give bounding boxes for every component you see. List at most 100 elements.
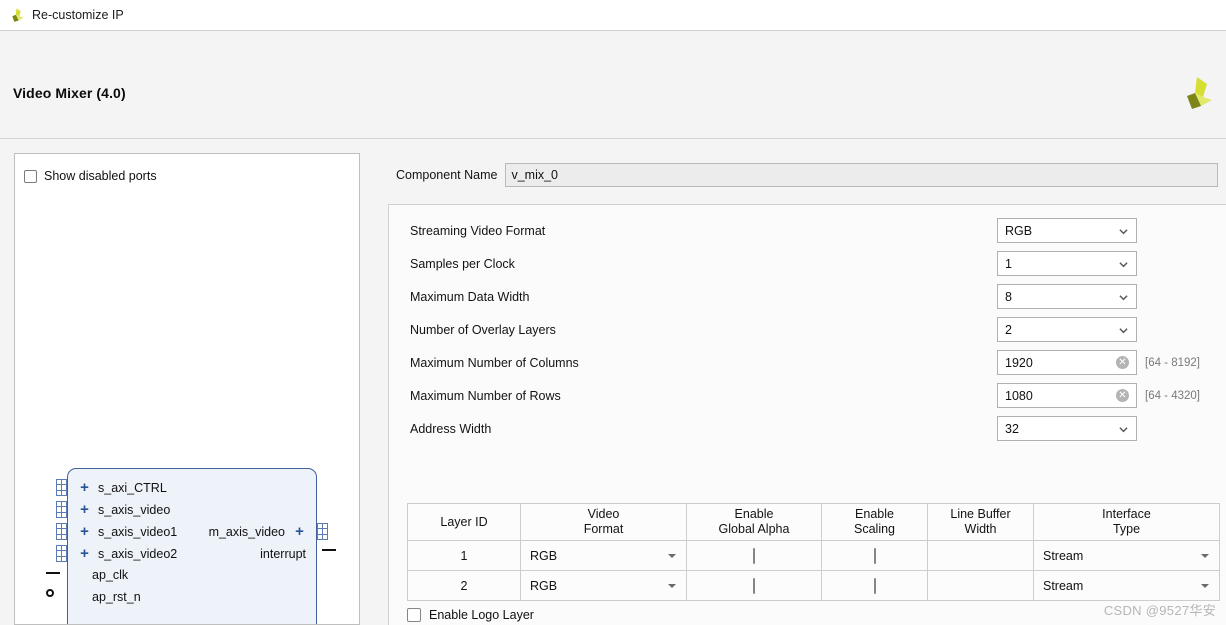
- table-header-row: Layer ID Video Format Enable Global Alph…: [407, 503, 1220, 541]
- config-fields-box: Streaming Video Format RGB Samples per C…: [388, 204, 1226, 625]
- component-name-label: Component Name: [396, 168, 498, 182]
- column-header-line2: Global Alpha: [718, 522, 790, 536]
- config-panel: Component Name v_mix_0 Streaming Video F…: [388, 139, 1226, 625]
- column-header-line1: Enable: [734, 507, 774, 521]
- bus-connector-icon: [56, 545, 67, 562]
- column-header-line2: Format: [583, 522, 624, 536]
- field-maximum-number-of-columns: Maximum Number of Columns 1920 ✕ [64 - 8…: [389, 346, 1226, 379]
- field-label: Address Width: [410, 421, 492, 436]
- cell-enable-global-alpha[interactable]: [686, 540, 822, 571]
- ip-port-ap_rst_n[interactable]: ap_rst_n: [92, 587, 141, 606]
- combo-value: 8: [1005, 289, 1012, 304]
- ip-port-interrupt[interactable]: interrupt: [260, 544, 306, 563]
- ip-port-s_axis_video2[interactable]: + s_axis_video2: [78, 544, 177, 563]
- maximum-number-of-columns-input[interactable]: 1920 ✕: [997, 350, 1137, 375]
- expand-port-icon[interactable]: +: [78, 524, 91, 539]
- cell-layer-id: 1: [407, 540, 521, 571]
- column-header-line1: Layer ID: [440, 514, 488, 529]
- ip-port-label: s_axi_CTRL: [98, 480, 167, 495]
- ip-header: Video Mixer (4.0) i Documentation IP Loc…: [0, 31, 1226, 160]
- bus-connector-icon: [56, 523, 67, 540]
- chevron-down-icon: [668, 583, 676, 588]
- number-of-overlay-layers-combo[interactable]: 2: [997, 317, 1137, 342]
- component-name-row: Component Name v_mix_0: [396, 163, 1218, 187]
- cell-line-buffer-width[interactable]: [927, 540, 1034, 571]
- column-header-video-format: Video Format: [520, 503, 687, 541]
- field-samples-per-clock: Samples per Clock 1: [389, 247, 1226, 280]
- maximum-data-width-combo[interactable]: 8: [997, 284, 1137, 309]
- show-disabled-ports-row[interactable]: Show disabled ports: [24, 169, 157, 183]
- bus-connector-icon: [56, 501, 67, 518]
- ip-port-m_axis_video[interactable]: m_axis_video +: [209, 522, 306, 541]
- video-format-combo[interactable]: RGB: [521, 572, 686, 600]
- ip-port-label: s_axis_video2: [98, 546, 178, 561]
- column-header-layer-id: Layer ID: [407, 503, 521, 541]
- streaming-video-format-combo[interactable]: RGB: [997, 218, 1137, 243]
- samples-per-clock-combo[interactable]: 1: [997, 251, 1137, 276]
- ip-port-ap_clk[interactable]: ap_clk: [92, 565, 128, 584]
- field-maximum-data-width: Maximum Data Width 8: [389, 280, 1226, 313]
- combo-value: Stream: [1043, 548, 1084, 563]
- enable-global-alpha-checkbox[interactable]: [753, 547, 755, 564]
- maximum-number-of-rows-input[interactable]: 1080 ✕: [997, 383, 1137, 408]
- component-name-input[interactable]: v_mix_0: [505, 163, 1218, 187]
- cell-interface-type[interactable]: Stream: [1033, 570, 1220, 601]
- enable-logo-layer-label: Enable Logo Layer: [429, 608, 534, 622]
- bus-connector-icon: [56, 479, 67, 496]
- clock-port-stub-icon: [46, 572, 60, 574]
- expand-port-icon[interactable]: +: [293, 524, 306, 539]
- cell-video-format[interactable]: RGB: [520, 570, 687, 601]
- interface-type-combo[interactable]: Stream: [1034, 542, 1219, 570]
- ip-port-s_axis_video1[interactable]: + s_axis_video1: [78, 522, 177, 541]
- clear-icon[interactable]: ✕: [1116, 356, 1129, 369]
- ip-port-label: s_axis_video1: [98, 524, 178, 539]
- ip-port-label: interrupt: [260, 546, 306, 561]
- cell-interface-type[interactable]: Stream: [1033, 540, 1220, 571]
- table-row: 2 RGB Stream: [407, 570, 1220, 601]
- chevron-down-icon: [668, 553, 676, 558]
- maximum-number-of-rows-range: [64 - 4320]: [1145, 389, 1200, 402]
- column-header-line-buffer-width: Line Buffer Width: [927, 503, 1034, 541]
- clear-icon[interactable]: ✕: [1116, 389, 1129, 402]
- field-label: Maximum Number of Rows: [410, 388, 561, 403]
- field-label: Number of Overlay Layers: [410, 322, 556, 337]
- cell-video-format[interactable]: RGB: [520, 540, 687, 571]
- cell-enable-scaling[interactable]: [821, 570, 928, 601]
- field-label: Maximum Number of Columns: [410, 355, 579, 370]
- column-header-line2: Type: [1112, 522, 1141, 536]
- ip-port-s_axis_video[interactable]: + s_axis_video: [78, 500, 170, 519]
- address-width-combo[interactable]: 32: [997, 416, 1137, 441]
- cell-enable-global-alpha[interactable]: [686, 570, 822, 601]
- cell-layer-id: 2: [407, 570, 521, 601]
- cell-enable-scaling[interactable]: [821, 540, 928, 571]
- enable-global-alpha-checkbox[interactable]: [753, 577, 755, 594]
- enable-logo-layer-row[interactable]: Enable Logo Layer: [407, 608, 534, 622]
- expand-port-icon[interactable]: +: [78, 502, 91, 517]
- enable-scaling-checkbox[interactable]: [873, 577, 876, 594]
- combo-value: RGB: [530, 548, 558, 563]
- column-header-line1: Line Buffer: [950, 507, 1011, 521]
- table-row: 1 RGB Stream: [407, 540, 1220, 571]
- interface-type-combo[interactable]: Stream: [1034, 572, 1219, 600]
- show-disabled-ports-label: Show disabled ports: [44, 169, 157, 183]
- dialog-body: Show disabled ports + s_axi_CTRL + s_axi…: [0, 139, 1226, 625]
- watermark-text: CSDN @9527华安: [1103, 603, 1216, 618]
- chevron-down-icon: [1119, 327, 1128, 333]
- input-value: 1920: [1005, 355, 1033, 370]
- chevron-down-icon: [1119, 261, 1128, 267]
- video-format-combo[interactable]: RGB: [521, 542, 686, 570]
- expand-port-icon[interactable]: +: [78, 480, 91, 495]
- combo-value: RGB: [530, 578, 558, 593]
- enable-logo-layer-checkbox[interactable]: [407, 608, 421, 622]
- column-header-enable-global-alpha: Enable Global Alpha: [686, 503, 822, 541]
- enable-scaling-checkbox[interactable]: [873, 547, 876, 564]
- field-address-width: Address Width 32: [389, 412, 1226, 445]
- field-number-of-overlay-layers: Number of Overlay Layers 2: [389, 313, 1226, 346]
- cell-line-buffer-width[interactable]: [927, 570, 1034, 601]
- ip-port-s_axi_CTRL[interactable]: + s_axi_CTRL: [78, 478, 167, 497]
- ip-port-label: m_axis_video: [208, 524, 285, 539]
- combo-value: 2: [1005, 322, 1012, 337]
- show-disabled-ports-checkbox[interactable]: [24, 169, 37, 183]
- expand-port-icon[interactable]: +: [78, 546, 91, 561]
- chevron-down-icon: [1119, 228, 1128, 234]
